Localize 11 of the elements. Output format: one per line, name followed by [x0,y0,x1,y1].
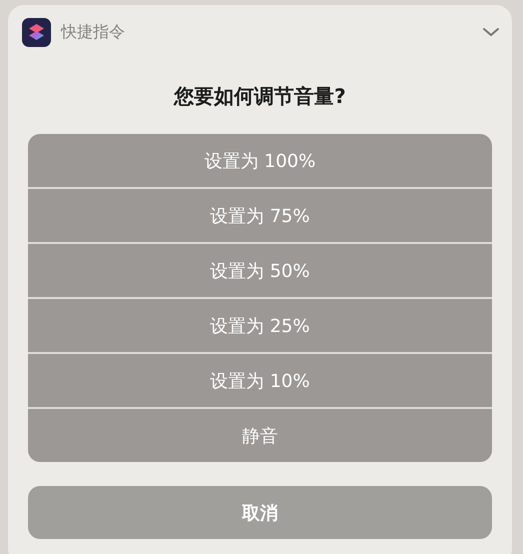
volume-option[interactable]: 静音 [28,409,492,462]
volume-option[interactable]: 设置为 100% [28,134,492,187]
app-name: 快捷指令 [61,22,126,42]
volume-option[interactable]: 设置为 50% [28,244,492,297]
volume-option[interactable]: 设置为 75% [28,189,492,242]
cancel-button[interactable]: 取消 [28,486,492,539]
chevron-down-icon[interactable] [482,26,500,38]
volume-option[interactable]: 设置为 10% [28,354,492,407]
dialog-title: 您要如何调节音量? [172,83,347,110]
volume-option[interactable]: 设置为 25% [28,299,492,352]
shortcuts-app-icon [22,18,51,46]
